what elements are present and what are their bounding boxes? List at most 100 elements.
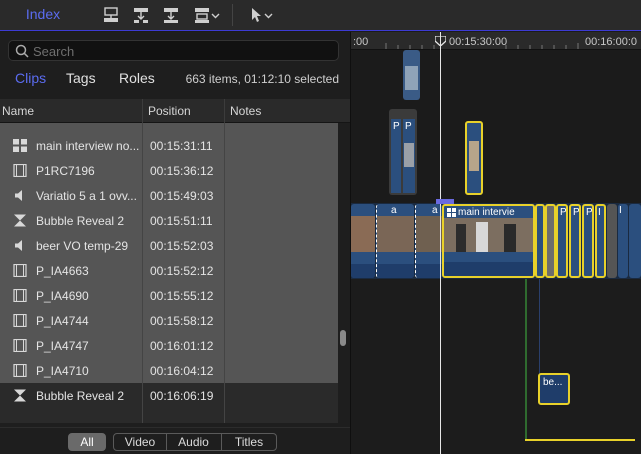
- connection-line: [539, 279, 540, 379]
- filter-video-button[interactable]: Video: [113, 433, 167, 451]
- overwrite-menu-button[interactable]: [190, 4, 222, 26]
- multicam-icon: [447, 208, 456, 217]
- search-placeholder[interactable]: Search: [33, 44, 74, 59]
- append-clip-button[interactable]: [160, 4, 182, 26]
- timeline-ruler[interactable]: :00 00:15:30:00 00:16:00:0: [351, 32, 641, 50]
- tab-clips[interactable]: Clips: [15, 70, 46, 86]
- index-tab[interactable]: Index: [12, 6, 74, 22]
- list-scrollbar[interactable]: [340, 330, 346, 346]
- film-icon: [13, 339, 27, 352]
- tab-tags[interactable]: Tags: [66, 70, 96, 86]
- selected-storyline-clip[interactable]: I: [595, 204, 606, 278]
- selected-storyline-clip[interactable]: [545, 204, 556, 278]
- table-row[interactable]: [0, 123, 338, 133]
- row-notes[interactable]: [224, 158, 338, 183]
- ruler-timecode: 00:15:30:00: [449, 36, 508, 48]
- table-row[interactable]: Bubble Reveal 2 00:15:51:11: [0, 208, 338, 233]
- connect-clip-button[interactable]: [100, 4, 122, 26]
- tool-select-button[interactable]: [246, 4, 276, 26]
- row-name: Bubble Reveal 2: [36, 214, 125, 228]
- row-notes[interactable]: [224, 183, 338, 208]
- row-notes[interactable]: [224, 358, 338, 383]
- row-position: 00:16:06:19: [150, 389, 214, 403]
- selected-audio-clip[interactable]: be...: [538, 373, 570, 405]
- storyline-clip[interactable]: a: [415, 204, 442, 278]
- row-name: P1RC7196: [36, 164, 95, 178]
- selected-storyline-clip[interactable]: P: [582, 204, 594, 278]
- row-name: P_IA4690: [36, 289, 89, 303]
- row-name: beer VO temp-29: [36, 239, 129, 253]
- table-row[interactable]: P_IA4663 00:15:52:12: [0, 258, 338, 283]
- row-position: 00:15:51:11: [150, 214, 213, 228]
- row-position: 00:15:36:12: [150, 164, 214, 178]
- row-notes[interactable]: [224, 233, 338, 258]
- selected-storyline-clip[interactable]: [535, 204, 545, 278]
- connected-clip[interactable]: [403, 50, 420, 100]
- row-notes[interactable]: [224, 283, 338, 308]
- clip-label: P: [560, 207, 567, 218]
- column-divider[interactable]: [142, 99, 143, 123]
- table-row[interactable]: P_IA4747 00:16:01:12: [0, 333, 338, 358]
- search-field[interactable]: Search: [8, 40, 339, 61]
- row-name: P_IA4663: [36, 264, 89, 278]
- storyline-clip[interactable]: a: [376, 204, 414, 278]
- row-notes[interactable]: [224, 308, 338, 333]
- row-notes[interactable]: [224, 133, 338, 158]
- column-notes-header[interactable]: Notes: [230, 104, 261, 118]
- column-divider[interactable]: [224, 99, 225, 123]
- audio-clip-selected-line[interactable]: [525, 439, 635, 441]
- clip-label: P: [573, 207, 580, 218]
- row-notes[interactable]: [224, 333, 338, 358]
- filter-titles-button[interactable]: Titles: [221, 433, 277, 451]
- filter-all-button[interactable]: All: [68, 433, 106, 451]
- clip-label: be...: [543, 377, 563, 388]
- overwrite-clip-icon: [194, 8, 209, 23]
- generator-icon: [14, 214, 26, 227]
- column-position-header[interactable]: Position: [148, 104, 191, 118]
- row-position: 00:15:58:12: [150, 314, 214, 328]
- tab-roles[interactable]: Roles: [119, 70, 155, 86]
- clip-label: I: [598, 207, 601, 218]
- row-name: P_IA4744: [36, 314, 89, 328]
- table-row[interactable]: Bubble Reveal 2 00:16:06:19: [0, 383, 338, 408]
- append-clip-icon: [164, 8, 178, 23]
- film-icon: [13, 364, 27, 377]
- row-notes[interactable]: [224, 383, 338, 408]
- column-name-header[interactable]: Name: [2, 104, 34, 118]
- table-row[interactable]: beer VO temp-29 00:15:52:03: [0, 233, 338, 258]
- storyline-clip[interactable]: [629, 204, 641, 278]
- table-row[interactable]: P_IA4710 00:16:04:12: [0, 358, 338, 383]
- audio-icon: [15, 240, 22, 251]
- table-row[interactable]: main interview no... 00:15:31:11: [0, 133, 338, 158]
- storyline-clip[interactable]: [351, 204, 375, 278]
- table-row[interactable]: Variatio 5 a 1 ovv... 00:15:49:03: [0, 183, 338, 208]
- table-row[interactable]: [0, 408, 338, 423]
- connected-clip-stack[interactable]: P P: [389, 109, 417, 195]
- ruler-timecode: 00:16:00:0: [585, 36, 637, 48]
- playhead[interactable]: [440, 32, 441, 454]
- row-notes[interactable]: [224, 258, 338, 283]
- playhead-handle-icon[interactable]: [435, 36, 446, 46]
- top-toolbar: Index: [0, 0, 641, 31]
- row-name: P_IA4710: [36, 364, 89, 378]
- selected-connected-clip[interactable]: [465, 121, 483, 195]
- row-notes[interactable]: [224, 208, 338, 233]
- selected-main-interview-clip[interactable]: main intervie: [442, 204, 535, 278]
- ruler-timecode: :00: [353, 36, 369, 48]
- row-name: P_IA4747: [36, 339, 89, 353]
- role-filter-bar: All Video Audio Titles: [0, 427, 350, 454]
- selected-storyline-clip[interactable]: P: [569, 204, 581, 278]
- table-row[interactable]: P_IA4690 00:15:55:12: [0, 283, 338, 308]
- clip-list: main interview no... 00:15:31:11 P1RC719…: [0, 123, 338, 423]
- table-row[interactable]: P1RC7196 00:15:36:12: [0, 158, 338, 183]
- timeline-area[interactable]: :00 00:15:30:00 00:16:00:0 P P a a main …: [351, 32, 641, 454]
- storyline-clip[interactable]: [607, 204, 617, 278]
- selected-storyline-clip[interactable]: P: [556, 204, 568, 278]
- table-row[interactable]: P_IA4744 00:15:58:12: [0, 308, 338, 333]
- storyline-clip[interactable]: I: [618, 204, 628, 278]
- row-position: 00:15:52:03: [150, 239, 214, 253]
- timeline-index-panel: Search Clips Tags Roles 663 items, 01:12…: [0, 32, 350, 454]
- insert-clip-button[interactable]: [130, 4, 152, 26]
- chevron-down-icon: [264, 13, 272, 18]
- filter-audio-button[interactable]: Audio: [166, 433, 222, 451]
